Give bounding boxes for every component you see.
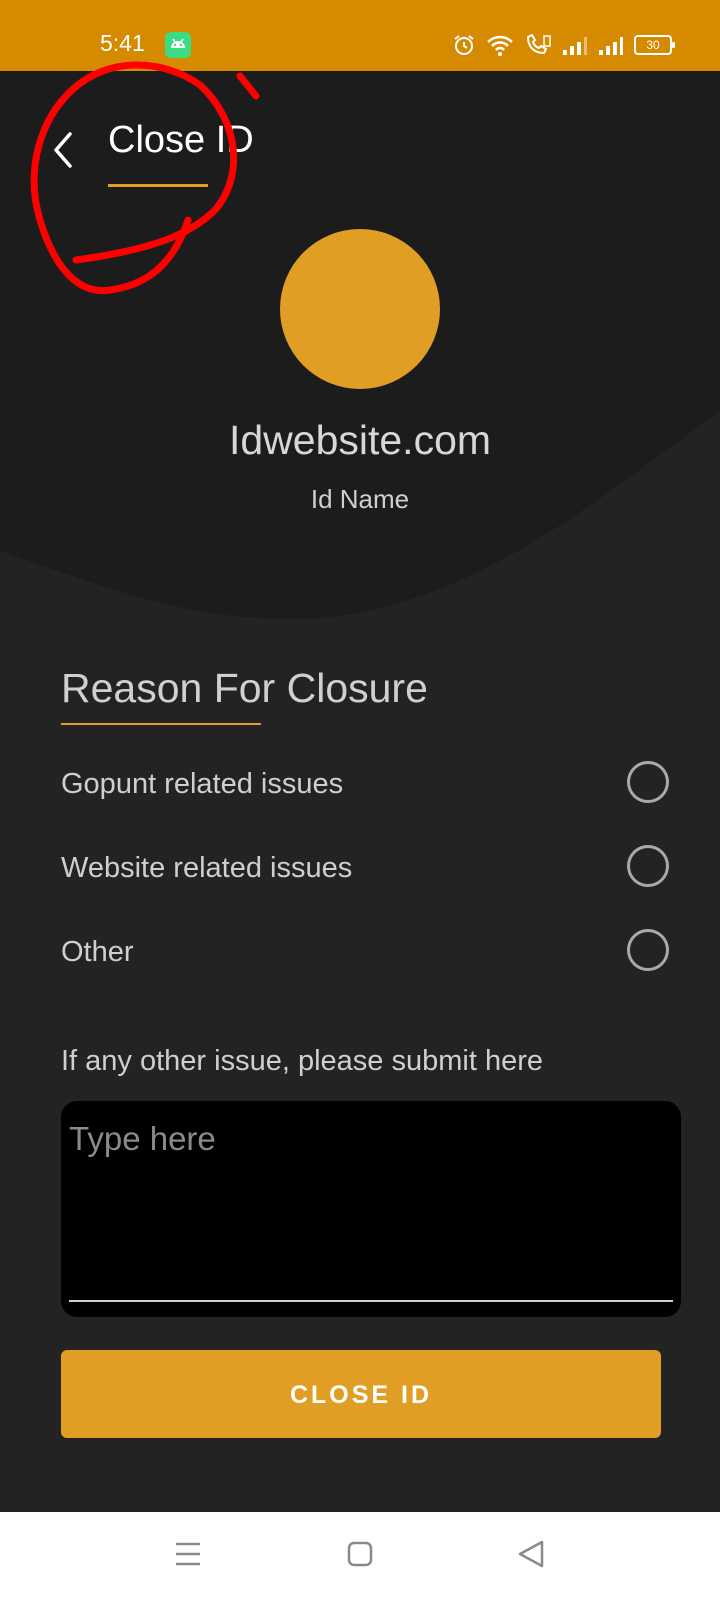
back-triangle-icon (518, 1540, 544, 1568)
menu-button[interactable] (168, 1534, 208, 1574)
radio-label: Website related issues (61, 852, 353, 884)
website-name: Idwebsite.com (228, 417, 492, 463)
section-underline (61, 723, 261, 725)
signal-icon-1 (563, 37, 587, 55)
status-bar: 5:41 30 (0, 0, 720, 71)
id-name: Id Name (310, 484, 410, 514)
radio-button[interactable] (627, 845, 669, 887)
nav-back-button[interactable] (512, 1534, 552, 1574)
reason-option-gopunt[interactable]: Gopunt related issues (61, 752, 669, 812)
radio-button[interactable] (627, 761, 669, 803)
radio-label: Gopunt related issues (61, 768, 344, 800)
back-button[interactable] (42, 124, 86, 176)
menu-icon (176, 1542, 200, 1566)
radio-button[interactable] (627, 929, 669, 971)
title-underline (108, 184, 208, 187)
status-time: 5:41 (100, 30, 145, 56)
home-square-icon (347, 1541, 373, 1567)
wifi-icon (487, 35, 513, 56)
chevron-left-icon (54, 132, 72, 168)
input-underline (69, 1300, 673, 1302)
radio-label: Other (61, 936, 134, 968)
avatar (280, 229, 440, 389)
comment-box (61, 1101, 681, 1317)
status-icons: 30 (452, 32, 675, 58)
signal-icon-2 (599, 37, 623, 55)
section-title: Reason For Closure (61, 665, 428, 711)
battery-icon: 30 (634, 35, 675, 55)
reason-option-website[interactable]: Website related issues (61, 836, 669, 896)
other-issue-label: If any other issue, please submit here (61, 1045, 543, 1077)
reason-option-other[interactable]: Other (61, 920, 669, 980)
home-button[interactable] (340, 1534, 380, 1574)
system-nav-bar (0, 1512, 720, 1600)
volte-call-icon (526, 33, 551, 55)
android-icon (165, 32, 191, 58)
close-id-button[interactable]: CLOSE ID (61, 1350, 661, 1438)
page-title: Close ID (108, 119, 254, 161)
comment-input[interactable] (69, 1119, 669, 1291)
alarm-icon (454, 35, 474, 55)
